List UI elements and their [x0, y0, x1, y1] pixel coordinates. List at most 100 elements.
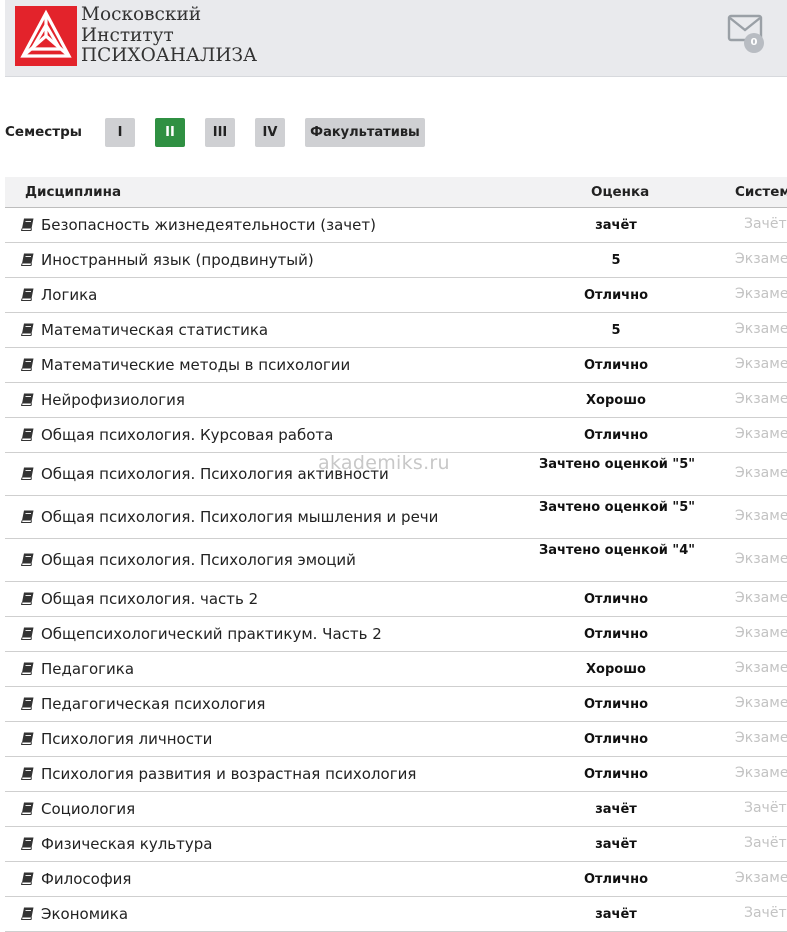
grade-value: зачёт	[595, 837, 637, 852]
book-icon	[21, 553, 34, 566]
book-icon	[21, 358, 34, 371]
control-system: Экзамен	[735, 590, 787, 606]
table-row: Философия Отлично Экзамен	[5, 862, 787, 897]
table-row: Нейрофизиология Хорошо Экзамен	[5, 383, 787, 418]
logo-line: Институт	[81, 24, 174, 46]
table-row: Педагогика Хорошо Экзамен	[5, 652, 787, 687]
control-system: Экзамен	[735, 730, 787, 746]
discipline-name[interactable]: Психология развития и возрастная психоло…	[41, 765, 416, 783]
discipline-name[interactable]: Общая психология. Курсовая работа	[41, 426, 333, 444]
grade-value: Отлично	[583, 767, 649, 782]
table-row: Психология развития и возрастная психоло…	[5, 757, 787, 792]
book-icon	[21, 872, 34, 885]
control-system: Экзамен	[735, 426, 787, 442]
book-icon	[21, 467, 34, 480]
control-system: Экзамен	[735, 765, 787, 781]
control-system: Зачёт	[744, 800, 787, 816]
discipline-name[interactable]: Математическая статистика	[41, 321, 268, 339]
control-system: Экзамен	[735, 508, 787, 524]
table-row: Безопасность жизнедеятельности (зачет) за…	[5, 208, 787, 243]
grade-value: 5	[611, 323, 621, 338]
semester-button-3[interactable]: III	[205, 118, 235, 147]
semester-button-2[interactable]: II	[155, 118, 185, 147]
control-system: Экзамен	[735, 391, 787, 407]
grade-value: Отлично	[583, 288, 649, 303]
discipline-name[interactable]: Социология	[41, 800, 135, 818]
grade-value: Отлично	[583, 627, 649, 642]
book-icon	[21, 288, 34, 301]
book-icon	[21, 697, 34, 710]
institute-logo-icon[interactable]	[15, 6, 77, 66]
discipline-name[interactable]: Экономика	[41, 905, 128, 923]
book-icon	[21, 907, 34, 920]
grade-value: Отлично	[583, 872, 649, 887]
book-icon	[21, 510, 34, 523]
table-row: Педагогическая психология Отлично Экзамен	[5, 687, 787, 722]
semester-button-4[interactable]: IV	[255, 118, 285, 147]
table-row: Общая психология. Курсовая работа Отлично…	[5, 418, 787, 453]
table-row: Иностранный язык (продвинутый) 5 Экзамен	[5, 243, 787, 278]
institute-name[interactable]: Московский Институт ПСИХОАНАЛИЗА	[81, 4, 257, 67]
discipline-name[interactable]: Общая психология. Психология мышления и …	[41, 508, 438, 526]
book-icon	[21, 662, 34, 675]
table-row: Математическая статистика 5 Экзамен	[5, 313, 787, 348]
grades-table-header: Дисциплина Оценка Система	[5, 177, 787, 208]
grade-value: Отлично	[583, 358, 649, 373]
control-system: Экзамен	[735, 625, 787, 641]
book-icon	[21, 428, 34, 441]
table-row: Логика Отлично Экзамен	[5, 278, 787, 313]
discipline-name[interactable]: Философия	[41, 870, 131, 888]
table-row: Общепсихологический практикум. Часть 2 От…	[5, 617, 787, 652]
book-icon	[21, 732, 34, 745]
mail-count-badge[interactable]: 0	[744, 33, 764, 53]
discipline-name[interactable]: Математические методы в психологии	[41, 356, 350, 374]
table-row: Общая психология. часть 2 Отлично Экзамен	[5, 582, 787, 617]
discipline-name[interactable]: Безопасность жизнедеятельности (зачет)	[41, 216, 376, 234]
book-icon	[21, 323, 34, 336]
column-grade[interactable]: Оценка	[591, 184, 649, 200]
control-system: Экзамен	[735, 286, 787, 302]
control-system: Экзамен	[735, 551, 787, 567]
discipline-name[interactable]: Нейрофизиология	[41, 391, 185, 409]
table-row: Математические методы в психологии Отличн…	[5, 348, 787, 383]
grade-value: Зачтено оценкой "4"	[538, 543, 696, 558]
control-system: Экзамен	[735, 695, 787, 711]
grade-value: зачёт	[595, 802, 637, 817]
discipline-name[interactable]: Общая психология. часть 2	[41, 590, 258, 608]
grade-value: зачёт	[595, 907, 637, 922]
grade-value: Отлично	[583, 592, 649, 607]
table-row: Физическая культура зачёт Зачёт	[5, 827, 787, 862]
discipline-name[interactable]: Педагогика	[41, 660, 134, 678]
discipline-name[interactable]: Физическая культура	[41, 835, 212, 853]
grade-value: Зачтено оценкой "5"	[538, 500, 696, 515]
control-system: Экзамен	[735, 321, 787, 337]
grade-value: 5	[611, 253, 621, 268]
discipline-name[interactable]: Психология личности	[41, 730, 212, 748]
site-header: Московский Институт ПСИХОАНАЛИЗА	[5, 0, 787, 77]
discipline-name[interactable]: Общая психология. Психология эмоций	[41, 551, 356, 569]
discipline-name[interactable]: Педагогическая психология	[41, 695, 265, 713]
control-system: Зачёт	[744, 905, 787, 921]
table-row: Экономика зачёт Зачёт	[5, 897, 787, 932]
table-row: Социология зачёт Зачёт	[5, 792, 787, 827]
discipline-name[interactable]: Логика	[41, 286, 97, 304]
discipline-name[interactable]: Общепсихологический практикум. Часть 2	[41, 625, 382, 643]
grade-value: Хорошо	[586, 393, 646, 408]
discipline-name[interactable]: Иностранный язык (продвинутый)	[41, 251, 314, 269]
semester-button-1[interactable]: I	[105, 118, 135, 147]
grade-value: Отлично	[583, 428, 649, 443]
book-icon	[21, 592, 34, 605]
logo-line: Московский	[81, 4, 202, 25]
book-icon	[21, 627, 34, 640]
column-discipline[interactable]: Дисциплина	[25, 184, 121, 200]
grade-value: Отлично	[583, 732, 649, 747]
book-icon	[21, 218, 34, 231]
table-row: Психология личности Отлично Экзамен	[5, 722, 787, 757]
watermark: akademiks.ru	[318, 452, 450, 474]
control-system: Экзамен	[735, 251, 787, 267]
column-system[interactable]: Система	[735, 184, 787, 200]
electives-button[interactable]: Факультативы	[305, 118, 425, 147]
semesters-label: Семестры	[5, 124, 82, 140]
book-icon	[21, 802, 34, 815]
control-system: Экзамен	[735, 356, 787, 372]
